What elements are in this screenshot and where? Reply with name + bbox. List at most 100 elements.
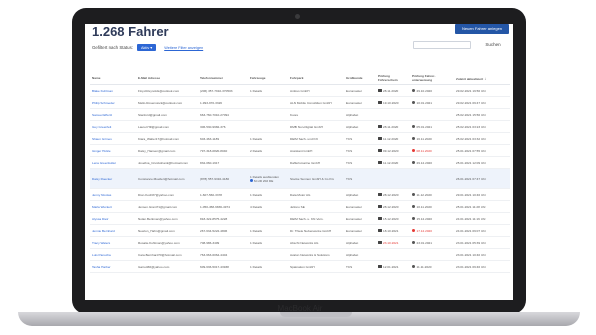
vehicles-details-link[interactable]: 1 Details ausblenden M-UD 202 DE	[248, 168, 288, 189]
license-check-date: 11.12.2020	[383, 136, 399, 141]
vehicles-details-link[interactable]: 2 Details	[248, 144, 288, 157]
vehicle-plate[interactable]: M-UD 202 DE	[254, 179, 273, 183]
license-check-cell: 23.10.2021	[376, 236, 410, 249]
driver-name-link[interactable]: Shaun Grimes	[90, 132, 136, 145]
table-row[interactable]: Jenny Nicolas Dion.Koch87@yahoo.com 1-607-…	[90, 188, 510, 201]
table-row[interactable]: Alyssa Dietr Nolan.Berkman@yahoo.com 818-3…	[90, 212, 510, 225]
vehicles-details-link[interactable]: 1 Details	[248, 132, 288, 145]
table-row[interactable]: Lena Greenfelder Josefina_Cruickshank@hot…	[90, 156, 510, 169]
driver-name-link[interactable]: Lena Greenfelder	[90, 156, 136, 169]
table-row[interactable]: Samuel Effertz Stanford@gmail.com 663-760-…	[90, 108, 510, 121]
more-filters-link[interactable]: Weitere Filter anzeigen	[164, 46, 203, 50]
phone-cell-text: 708-986-3409	[200, 240, 220, 245]
phone-cell-text: 832-060-1917	[200, 160, 220, 165]
fleet-cell-text: DEIM Sach- und Kfz	[290, 136, 319, 141]
driver-name-link-text[interactable]: Luis Panocha	[92, 253, 111, 257]
driver-name-link[interactable]: Jenny Nicolas	[90, 188, 136, 201]
driver-name-link[interactable]: Philip Schroeder	[90, 96, 136, 109]
driver-name-link-text[interactable]: Samuel Effertz	[92, 113, 112, 117]
vehicles-details-link-text[interactable]: 1 Details	[250, 193, 262, 197]
table-row[interactable]: Tracy Waters Rosalie.Kuhlman@yahoo.com 708…	[90, 236, 510, 249]
vehicles-details-link[interactable]	[248, 248, 288, 261]
vehicles-details-link-text[interactable]: 4 Details	[250, 205, 262, 209]
column-header[interactable]: Telefonnummer	[198, 72, 248, 85]
driver-name-link-text[interactable]: Ginger Hickle	[92, 149, 111, 153]
column-header[interactable]: Fuhrpark	[288, 72, 344, 85]
column-header[interactable]: Prüfung Fahrer-unterweisung	[410, 72, 454, 85]
driver-name-link[interactable]: Daisy Roecker	[90, 168, 136, 189]
vehicles-details-link[interactable]	[248, 120, 288, 133]
table-row[interactable]: Shaun Grimes Kiara_Walter17@hotmail.com 60…	[90, 132, 510, 145]
driver-name-link[interactable]: Blake Kuhlman	[90, 84, 136, 97]
vehicles-details-link[interactable]: 1 Details	[248, 260, 288, 273]
driver-name-link[interactable]: Alyssa Dietr	[90, 212, 136, 225]
table-row[interactable]: Jennie Bernhard Newton_Hahn@gmail.com 267-…	[90, 224, 510, 237]
driver-name-link[interactable]: Tasha Harber	[90, 260, 136, 273]
vehicles-details-link[interactable]: 1 Details	[248, 236, 288, 249]
column-header[interactable]: E-Mail Adresse	[136, 72, 198, 85]
table-row[interactable]: Tasha Harber Garrett66@yahoo.com 609-636-5…	[90, 260, 510, 273]
table-row[interactable]: Blake Kuhlman Floyd.Reynolds@outlook.com (…	[90, 84, 510, 97]
driver-name-link[interactable]: Marla Wuckert	[90, 200, 136, 213]
table-row[interactable]: Marla Wuckert Jensen.Grant71@gmail.com 1-0…	[90, 200, 510, 213]
updated-cell-text: 24.01.2021 09:07 Uhr	[456, 228, 486, 233]
driver-name-link[interactable]: Samuel Effertz	[90, 108, 136, 121]
phone-cell: 832-060-1917	[198, 156, 248, 169]
vehicles-details-link-text[interactable]: 1 Details	[250, 265, 262, 269]
vehicles-details-link[interactable]	[248, 212, 288, 225]
driver-name-link-text[interactable]: Marla Wuckert	[92, 205, 112, 209]
column-header[interactable]: Prüfung Führerschein	[376, 72, 410, 85]
car-icon	[378, 161, 382, 164]
vehicles-details-link[interactable]: 1 Details	[248, 224, 288, 237]
vehicles-details-link[interactable]: 4 Details	[248, 200, 288, 213]
driver-name-link-text[interactable]: Tracy Waters	[92, 241, 110, 245]
vehicles-details-link-text[interactable]: 1 Details	[250, 241, 262, 245]
vehicles-details-link-text[interactable]: 2 Details	[250, 149, 262, 153]
vehicles-details-link[interactable]: 1 Details	[248, 84, 288, 97]
search-input[interactable]	[413, 41, 471, 49]
vehicles-details-link[interactable]	[248, 96, 288, 109]
table-row[interactable]: Philip Schroeder Mello.Rosenstock@outlook…	[90, 96, 510, 109]
driver-name-link[interactable]: Jennie Bernhard	[90, 224, 136, 237]
driver-name-link-text[interactable]: Philip Schroeder	[92, 101, 115, 105]
fleet-cell-text: Stocke Sunnen GmbH & Co KG	[290, 176, 334, 181]
updated-cell: 24.01.2021 09:07 Uhr	[454, 224, 510, 237]
column-header[interactable]: Fahrzeuge	[248, 72, 288, 85]
driver-name-link-text[interactable]: Daisy Roecker	[92, 177, 112, 181]
vehicles-details-link-text[interactable]: 1 Details	[250, 229, 262, 233]
sort-arrow-icon[interactable]: ↓	[483, 76, 486, 81]
table-row[interactable]: Daisy Roecker Constance.Muellert@hotmail.…	[90, 168, 510, 189]
driver-name-link-text[interactable]: Shaun Grimes	[92, 137, 112, 141]
driver-name-link[interactable]: Ginger Hickle	[90, 144, 136, 157]
vehicles-details-link-text[interactable]: 1 Details	[250, 137, 262, 141]
driver-name-link[interactable]: Guy Greenfelt	[90, 120, 136, 133]
updated-cell-text: 25.01.2021 07:55 Uhr	[456, 148, 486, 153]
phone-cell: (206) 357-7910-370503	[198, 84, 248, 97]
table-row[interactable]: Luis Panocha Cara.Bernhard70@hotmail.com 7…	[90, 248, 510, 261]
column-header[interactable]: Zuletzt aktualisiert ↓	[454, 72, 510, 85]
driver-name-link-text[interactable]: Lena Greenfelder	[92, 161, 116, 165]
updated-cell: 29.01.2021 10:46 Uhr	[454, 188, 510, 201]
column-header[interactable]: Name	[90, 72, 136, 85]
table-row[interactable]: Guy Greenfelt Laurel.Hill@gmail.com 306-53…	[90, 120, 510, 133]
phone-cell-text: 818-322-8575-4228	[200, 216, 228, 221]
add-driver-button[interactable]: Neuen Fahrer anlegen	[455, 24, 509, 34]
search-button[interactable]: Suchen	[477, 40, 509, 50]
status-select[interactable]: Aktiv ▾	[137, 44, 157, 51]
driver-name-link-text[interactable]: Tasha Harber	[92, 265, 111, 269]
driver-name-link[interactable]: Luis Panocha	[90, 248, 136, 261]
vehicles-details-link-text[interactable]: 1 Details	[250, 89, 262, 93]
car-icon	[378, 149, 382, 152]
vehicles-details-link[interactable]: 1 Details	[248, 188, 288, 201]
vehicles-details-link[interactable]	[248, 156, 288, 169]
driver-name-link-text[interactable]: Jennie Bernhard	[92, 229, 115, 233]
column-header[interactable]: Großkunde	[344, 72, 376, 85]
fleet-cell: Stocke Sunnen GmbH & Co KG	[288, 168, 344, 189]
driver-name-link[interactable]: Tracy Waters	[90, 236, 136, 249]
driver-name-link-text[interactable]: Jenny Nicolas	[92, 193, 111, 197]
driver-name-link-text[interactable]: Blake Kuhlman	[92, 89, 113, 93]
vehicles-details-link[interactable]	[248, 108, 288, 121]
driver-name-link-text[interactable]: Alyssa Dietr	[92, 217, 109, 221]
table-row[interactable]: Ginger Hickle Daisy_Hansen@gmail.com 797-3…	[90, 144, 510, 157]
driver-name-link-text[interactable]: Guy Greenfelt	[92, 125, 111, 129]
